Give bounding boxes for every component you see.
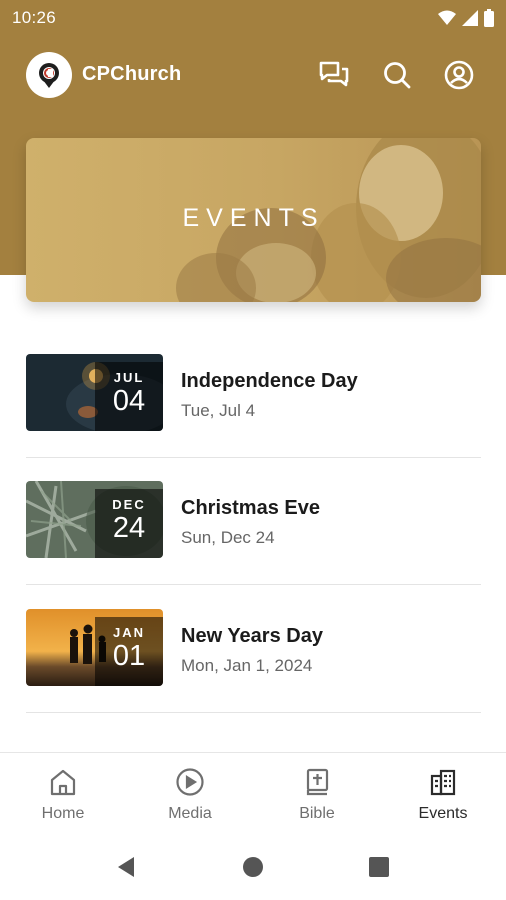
event-thumbnail: JAN 01	[26, 609, 163, 686]
nav-tab-home[interactable]: Home	[0, 753, 126, 833]
event-thumbnail: DEC 24	[26, 481, 163, 558]
app-title: CPChurch	[82, 63, 182, 85]
event-item[interactable]: DEC 24 Christmas Eve Sun, Dec 24	[26, 457, 481, 585]
nav-tab-bible[interactable]: Bible	[254, 753, 380, 833]
nav-label: Bible	[299, 805, 335, 822]
play-circle-icon	[176, 768, 204, 796]
event-date: Mon, Jan 1, 2024	[181, 656, 313, 675]
wifi-icon	[438, 10, 456, 25]
event-day: 01	[112, 640, 146, 672]
status-icons	[438, 8, 494, 28]
chat-button[interactable]	[314, 55, 354, 95]
app-logo[interactable]	[26, 52, 72, 98]
account-icon	[444, 60, 474, 90]
event-item[interactable]: JUL 04 Independence Day Tue, Jul 4	[26, 330, 481, 458]
battery-icon	[484, 9, 494, 27]
church-logo-icon	[39, 63, 59, 88]
home-circle-icon[interactable]	[240, 854, 266, 880]
event-day: 04	[112, 385, 146, 417]
nav-label: Home	[41, 805, 85, 822]
event-date-badge: JUL 04	[95, 362, 163, 431]
event-item[interactable]: JAN 01 New Years Day Mon, Jan 1, 2024	[26, 585, 481, 713]
event-month: DEC	[112, 497, 146, 512]
signal-icon	[462, 10, 478, 26]
search-icon	[384, 62, 411, 89]
events-hero-banner: EVENTS	[26, 138, 481, 302]
event-date-badge: JAN 01	[95, 617, 163, 686]
event-month: JAN	[112, 625, 145, 640]
divider	[26, 712, 481, 713]
nav-tab-events[interactable]: Events	[380, 753, 506, 833]
event-title: New Years Day	[181, 625, 323, 647]
events-icon	[430, 769, 456, 796]
event-date: Sun, Dec 24	[181, 528, 275, 547]
nav-label: Events	[418, 805, 468, 822]
chat-icon	[319, 61, 349, 87]
home-icon	[50, 769, 76, 796]
status-bar: 10:26	[0, 0, 506, 36]
event-month: JUL	[113, 370, 145, 385]
back-icon[interactable]	[114, 854, 140, 880]
event-day: 24	[112, 512, 146, 544]
hero-title: EVENTS	[182, 204, 325, 232]
nav-tab-media[interactable]: Media	[127, 753, 253, 833]
account-button[interactable]	[439, 55, 479, 95]
recents-icon[interactable]	[366, 854, 392, 880]
status-time: 10:26	[12, 8, 57, 27]
nav-label: Media	[168, 805, 212, 822]
event-title: Christmas Eve	[181, 497, 320, 519]
system-navigation-bar	[0, 832, 506, 900]
event-date: Tue, Jul 4	[181, 401, 256, 420]
app-bar: CPChurch	[0, 42, 506, 108]
event-title: Independence Day	[181, 370, 358, 392]
event-date-badge: DEC 24	[95, 489, 163, 558]
bible-icon	[306, 768, 329, 796]
bottom-navigation: Home Media Bible Events	[0, 752, 506, 832]
search-button[interactable]	[377, 55, 417, 95]
event-thumbnail: JUL 04	[26, 354, 163, 431]
